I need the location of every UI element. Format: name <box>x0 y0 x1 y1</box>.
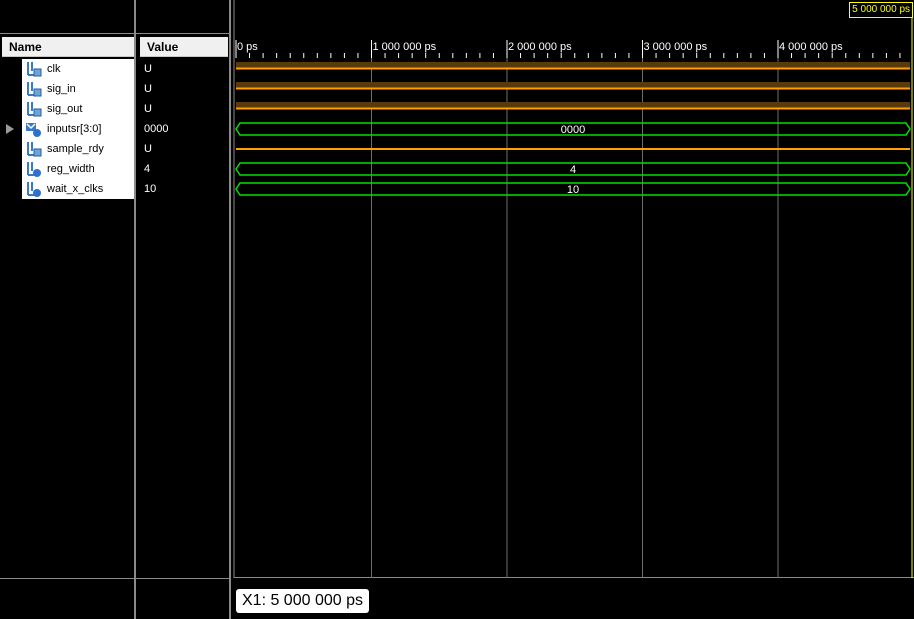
signal-value: U <box>144 103 152 115</box>
signal-value: U <box>144 143 152 155</box>
signal-row[interactable]: inputsr[3:0] <box>22 119 134 139</box>
name-column-header[interactable]: Name <box>2 37 134 57</box>
signal-name: reg_width <box>47 163 95 175</box>
bus-value-label: 0000 <box>561 124 585 136</box>
signal-row[interactable]: sample_rdy <box>22 139 134 159</box>
bus-signal-icon <box>25 120 43 138</box>
waveform-canvas[interactable]: 0 ps 1 000 000 ps 2 000 000 ps 3 000 000 ps… <box>231 0 914 619</box>
tick-label: 1 000 000 ps <box>373 41 437 53</box>
signal-name: wait_x_clks <box>47 183 104 195</box>
signal-name: sig_out <box>47 103 83 115</box>
bit-signal-icon <box>25 100 43 118</box>
bit-signal-icon <box>25 80 43 98</box>
parameter-icon <box>25 160 43 178</box>
signal-value: 0000 <box>144 123 169 135</box>
signal-value: U <box>144 83 152 95</box>
tick-label: 3 000 000 ps <box>644 41 708 53</box>
name-pane-top-border <box>0 33 136 34</box>
value-column-header[interactable]: Value <box>140 37 228 57</box>
parameter-icon <box>25 180 43 198</box>
signal-name: sample_rdy <box>47 143 104 155</box>
name-pane-bottom-border <box>0 578 136 579</box>
name-pane: Name clk sig_in sig_out inputsr[3:0] sample_… <box>0 0 136 619</box>
bit-signal-icon <box>25 140 43 158</box>
signal-value: U <box>144 63 152 75</box>
signal-row[interactable]: clk <box>22 59 134 79</box>
signal-row[interactable]: wait_x_clks <box>22 179 134 199</box>
value-pane-bottom-border <box>136 578 230 579</box>
signal-row[interactable]: sig_in <box>22 79 134 99</box>
signal-name: inputsr[3:0] <box>47 123 102 135</box>
cursor-time-label: 5 000 000 ps <box>849 2 913 18</box>
signal-row[interactable]: sig_out <box>22 99 134 119</box>
tick-label: 2 000 000 ps <box>508 41 572 53</box>
waveform-pane[interactable]: 0 ps 1 000 000 ps 2 000 000 ps 3 000 000 ps… <box>231 0 914 619</box>
bus-value-label: 10 <box>567 184 579 196</box>
x1-cursor-readout: X1: 5 000 000 ps <box>236 589 369 613</box>
value-pane-top-border <box>136 33 230 34</box>
signal-row[interactable]: reg_width <box>22 159 134 179</box>
bus-value-label: 4 <box>570 164 576 176</box>
tick-label: 0 ps <box>237 41 258 53</box>
signal-value: 4 <box>144 163 151 175</box>
bit-signal-icon <box>25 60 43 78</box>
signal-name: clk <box>47 63 61 75</box>
signal-name: sig_in <box>47 83 76 95</box>
tick-label: 4 000 000 ps <box>779 41 843 53</box>
expand-arrow-icon[interactable] <box>6 124 14 134</box>
signal-value: 10 <box>144 183 157 195</box>
